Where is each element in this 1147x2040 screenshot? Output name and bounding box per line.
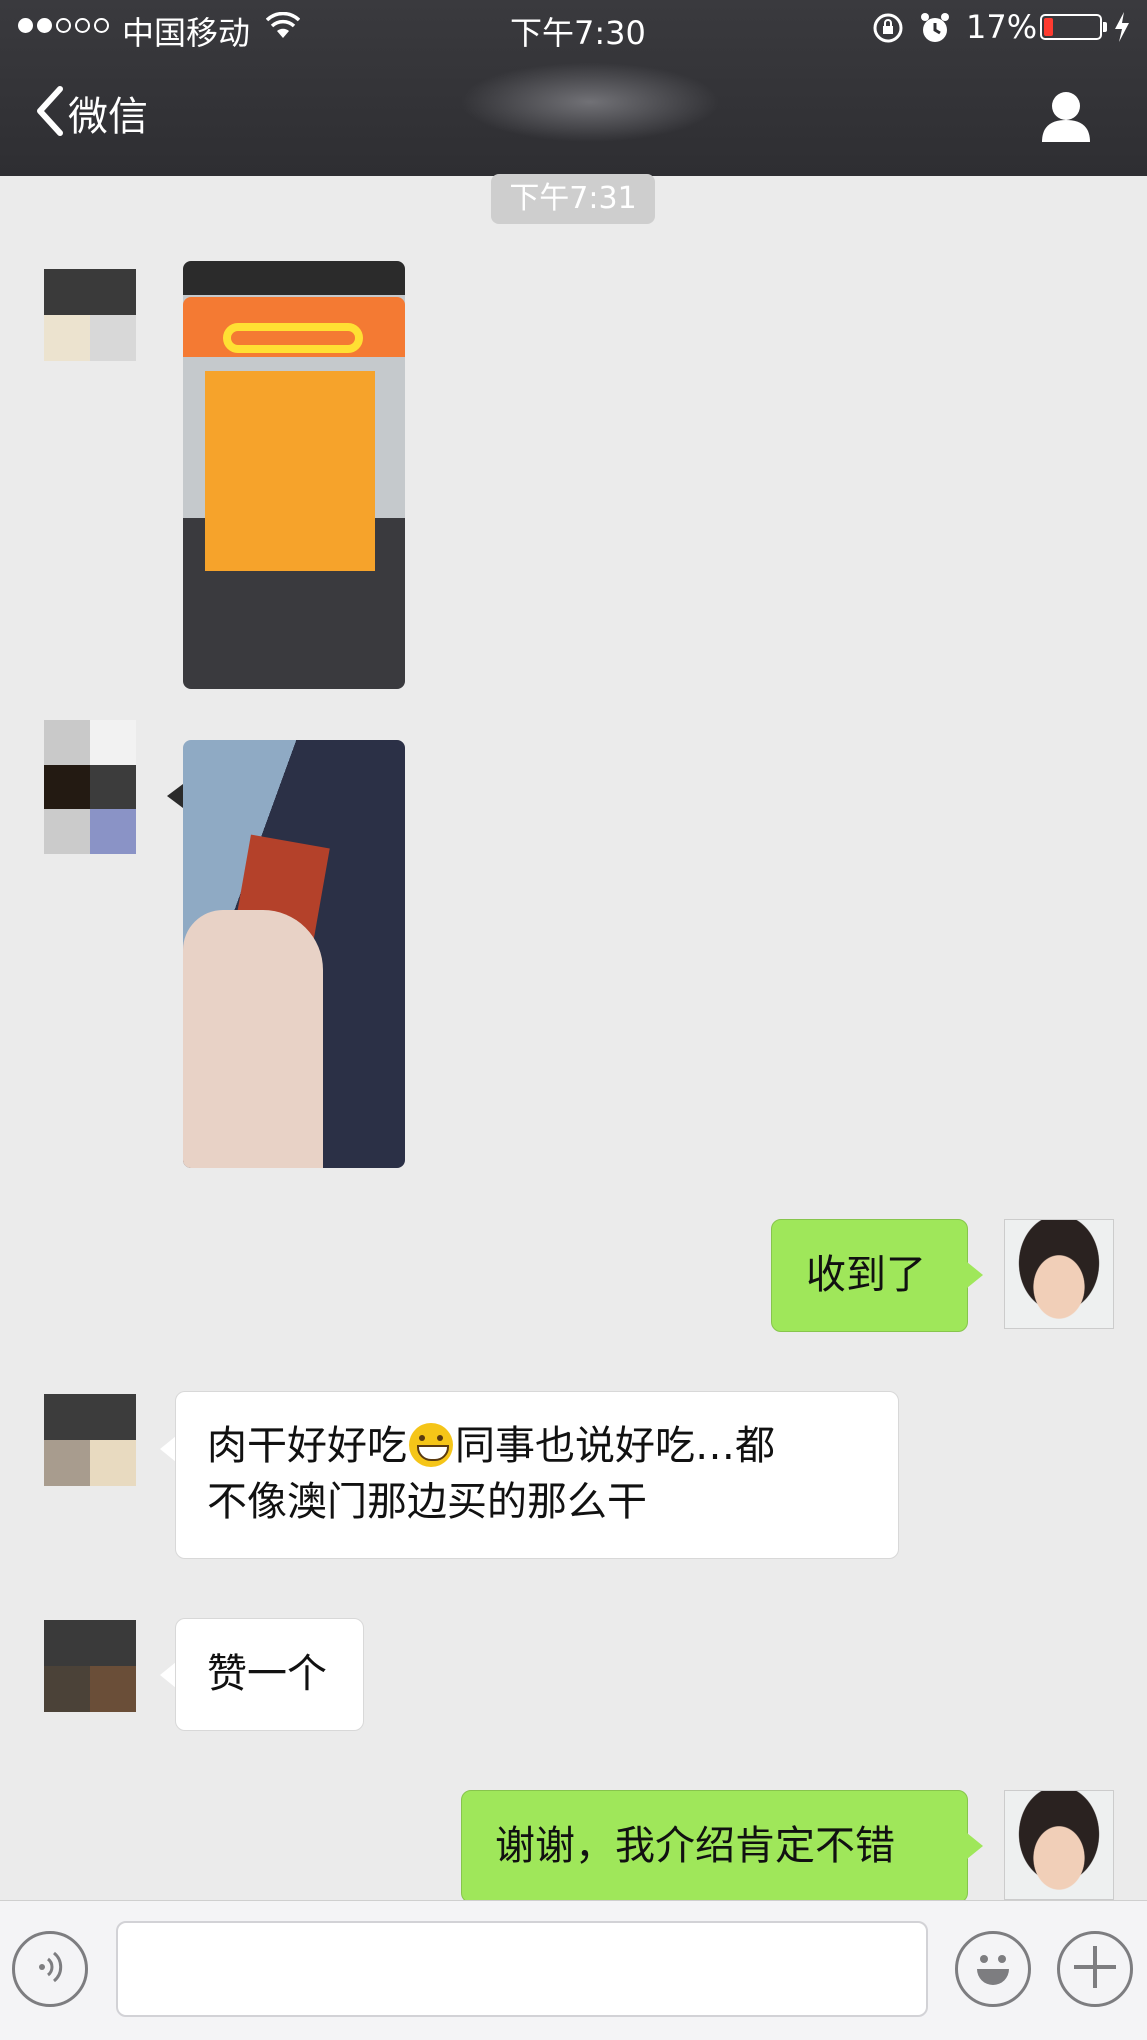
battery-percent: 17% [966, 8, 1038, 46]
incoming-message[interactable]: 赞一个 [175, 1618, 364, 1731]
voice-button[interactable] [12, 1931, 88, 2007]
input-bar [0, 1900, 1147, 2040]
bubble-tail [967, 1262, 983, 1288]
charging-bolt-icon [1113, 12, 1131, 46]
contact-profile-icon[interactable] [1040, 90, 1092, 146]
message-timestamp: 下午7:31 [491, 174, 655, 224]
chat-title-blurred [460, 62, 720, 142]
rotation-lock-icon [872, 12, 904, 48]
bubble-tail [167, 784, 183, 808]
my-avatar[interactable] [1004, 1790, 1114, 1900]
back-label: 微信 [68, 94, 148, 140]
contact-avatar[interactable] [44, 720, 136, 854]
plus-icon [1070, 1942, 1120, 1996]
status-bar: 中国移动 下午7:30 17% [0, 0, 1147, 58]
incoming-message[interactable]: 肉干好好吃 同事也说好吃…都 不像澳门那边买的那么干 [175, 1391, 899, 1559]
top-bar: 中国移动 下午7:30 17% 微信 [0, 0, 1147, 176]
contact-avatar[interactable] [44, 1394, 136, 1486]
image-message[interactable] [183, 261, 405, 689]
bubble-tail [967, 1833, 983, 1859]
image-message[interactable] [183, 740, 405, 1168]
battery-icon [1040, 14, 1107, 40]
message-text: 收到了 [806, 1252, 926, 1298]
back-button[interactable]: 微信 [34, 84, 148, 142]
bubble-tail [160, 1436, 176, 1462]
message-line-1: 肉干好好吃 同事也说好吃…都 [207, 1418, 898, 1474]
message-text: 不像澳门那边买的那么干 [207, 1479, 647, 1525]
message-input[interactable] [116, 1921, 928, 2017]
message-text: 肉干好好吃 [207, 1423, 407, 1469]
message-text: 同事也说好吃…都 [455, 1423, 775, 1469]
back-chevron-icon [34, 85, 64, 141]
status-time: 下午7:30 [510, 14, 646, 52]
outgoing-message[interactable]: 收到了 [771, 1219, 968, 1332]
carrier-name: 中国移动 [122, 14, 251, 52]
bubble-tail [160, 1662, 176, 1688]
message-text: 赞一个 [207, 1651, 327, 1697]
alarm-icon [920, 12, 950, 48]
emoji-button[interactable] [955, 1931, 1031, 2007]
signal-strength-icon [18, 18, 109, 33]
wifi-icon [265, 11, 301, 44]
my-avatar[interactable] [1004, 1219, 1114, 1329]
voice-icon [30, 1947, 70, 1991]
grinning-face-emoji-icon [409, 1423, 453, 1467]
more-button[interactable] [1057, 1931, 1133, 2007]
message-text: 谢谢，我介绍肯定不错 [495, 1823, 895, 1869]
contact-avatar[interactable] [44, 1620, 136, 1712]
contact-avatar[interactable] [44, 269, 136, 361]
outgoing-message[interactable]: 谢谢，我介绍肯定不错 [461, 1790, 968, 1903]
emoji-icon [965, 1939, 1021, 1999]
